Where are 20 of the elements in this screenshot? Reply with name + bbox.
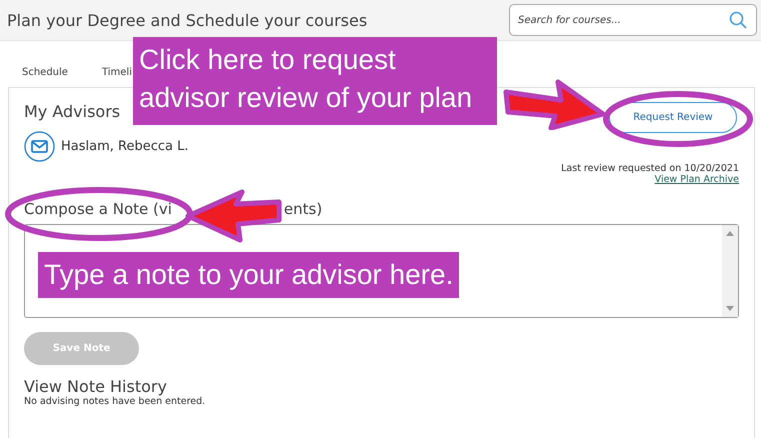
scrollbar[interactable] (722, 225, 738, 317)
empty-notes-text: No advising notes have been entered. (24, 396, 206, 407)
page-title: Plan your Degree and Schedule your courses (7, 10, 368, 30)
search-icon[interactable] (729, 11, 747, 29)
advisor-name: Haslam, Rebecca L. (61, 139, 188, 154)
request-review-button[interactable]: Request Review (609, 102, 737, 133)
section-heading: Compose a Note (vi (24, 200, 172, 218)
last-review-text: Last review requested on 10/20/2021 (561, 163, 739, 174)
search-field[interactable]: Search for courses... (509, 4, 757, 36)
mail-icon[interactable] (24, 131, 55, 162)
annotation-callout: Click here to request advisor review of your plan (133, 37, 497, 125)
section-heading: My Advisors (24, 102, 122, 121)
section-heading: View Note History (24, 377, 168, 396)
section-heading: ents) (284, 200, 322, 218)
arrow-icon (184, 188, 284, 244)
plan-archive-link[interactable]: View Plan Archive (654, 174, 739, 185)
arrow-icon (503, 78, 607, 130)
tab[interactable]: Schedule (22, 67, 68, 87)
tab[interactable]: Timeli (102, 67, 132, 87)
annotation-callout: Type a note to your advisor here. (38, 252, 460, 298)
